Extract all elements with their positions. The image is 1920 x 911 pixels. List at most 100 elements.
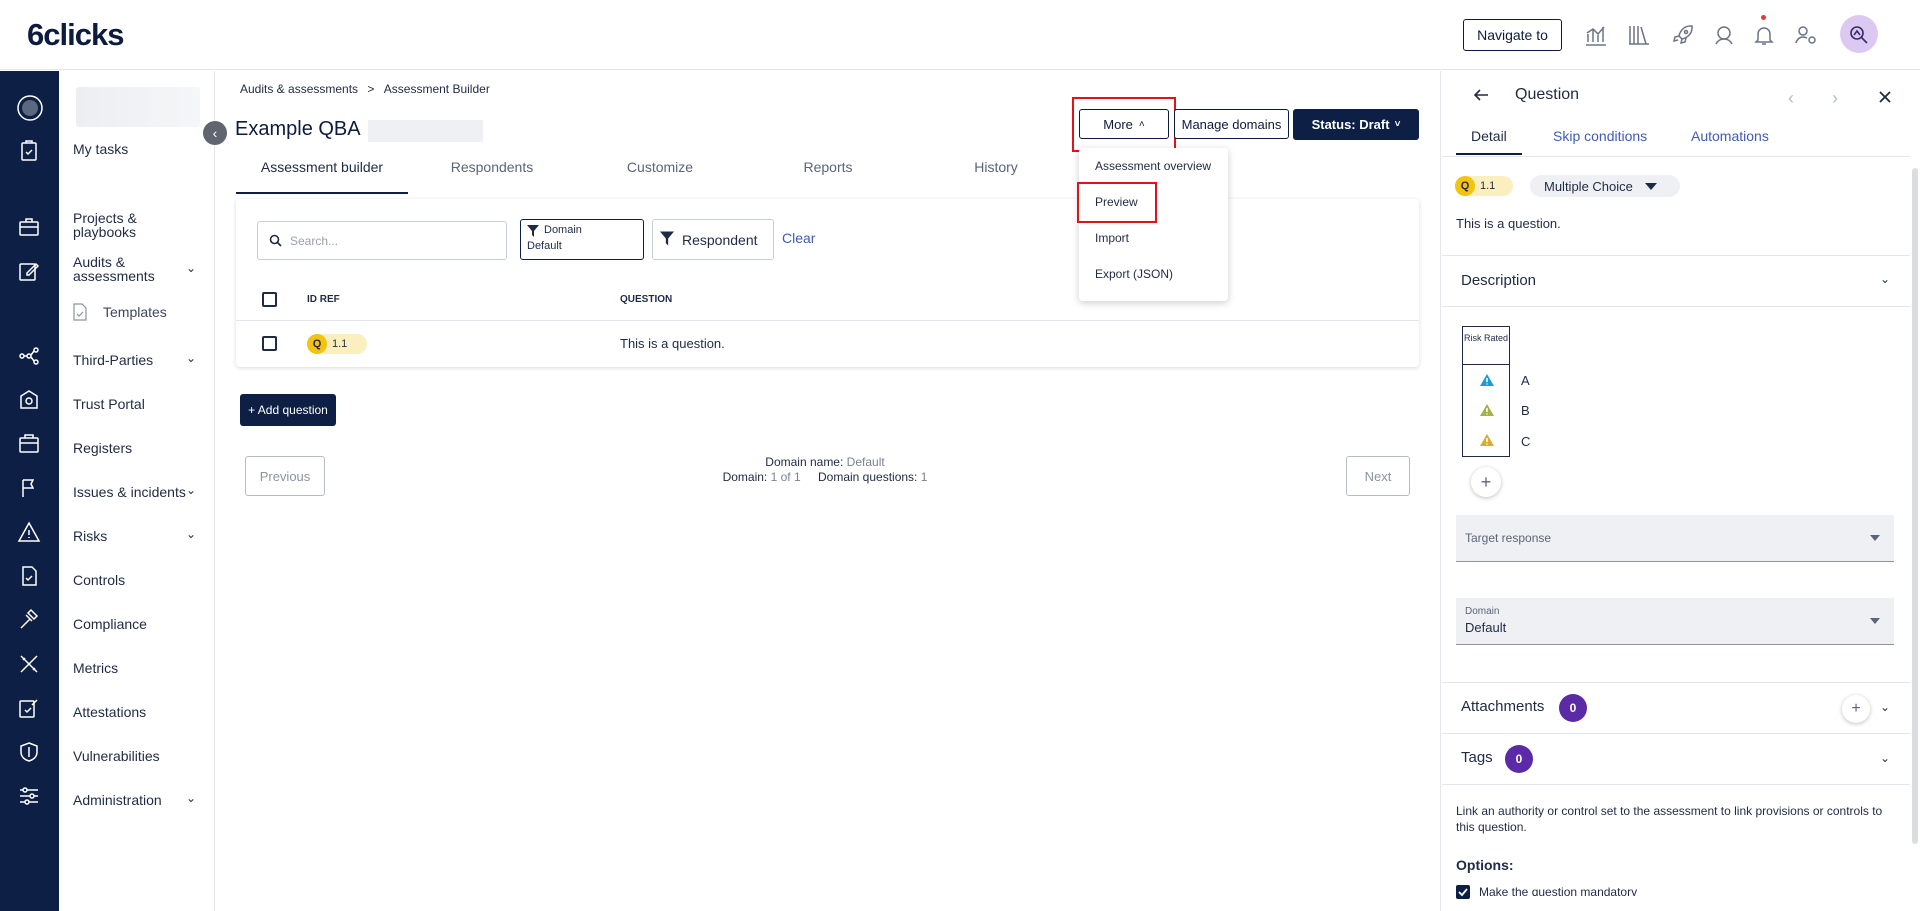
close-icon[interactable] — [1878, 90, 1892, 104]
network-icon[interactable] — [17, 344, 41, 368]
search-input[interactable]: Search... — [257, 221, 507, 260]
compliance-hammer-icon[interactable] — [17, 608, 41, 632]
navigate-to-button[interactable]: Navigate to — [1463, 19, 1562, 51]
warning-icon[interactable] — [1479, 433, 1495, 447]
select-all-checkbox[interactable] — [262, 292, 277, 307]
tab-reports[interactable]: Reports — [744, 156, 912, 194]
profile-circle-icon[interactable] — [17, 95, 43, 121]
risk-rated-header: Risk Rated — [1463, 327, 1509, 365]
chevron-down-icon[interactable]: ⌄ — [186, 527, 196, 541]
metrics-tools-icon[interactable] — [17, 652, 41, 676]
notification-dot — [1761, 15, 1766, 20]
panel-tab-automations[interactable]: Automations — [1691, 128, 1769, 144]
chevron-down-icon[interactable]: ⌄ — [186, 261, 196, 275]
trust-portal-icon[interactable] — [17, 388, 41, 412]
answer-option[interactable]: C — [1521, 434, 1530, 449]
add-answer-button[interactable]: + — [1471, 467, 1501, 497]
question-text[interactable]: This is a question. — [620, 336, 725, 351]
risks-warning-icon[interactable] — [17, 520, 41, 544]
column-header-question: QUESTION — [620, 294, 673, 305]
menu-item-attestations[interactable]: Attestations — [73, 705, 209, 719]
domain-field-value: Default — [1465, 620, 1507, 635]
menu-item-templates[interactable]: Templates — [103, 305, 203, 319]
chevron-down-icon[interactable]: ⌄ — [1880, 272, 1890, 286]
menu-item-projects[interactable]: Projects & playbooks — [73, 211, 163, 239]
status-button[interactable]: Status: Draft ˅ — [1293, 109, 1419, 140]
breadcrumb-separator: > — [367, 82, 375, 96]
next-button[interactable]: Next — [1346, 456, 1410, 496]
panel-tab-detail[interactable]: Detail — [1471, 128, 1507, 144]
answer-option[interactable]: A — [1521, 373, 1530, 388]
domain-info: Domain name: Default Domain: 1 of 1 Doma… — [640, 455, 1010, 485]
domain-filter[interactable]: Domain Default — [520, 219, 644, 260]
menu-item-compliance[interactable]: Compliance — [73, 617, 209, 631]
rocket-icon[interactable] — [1670, 22, 1696, 48]
next-question-icon[interactable]: › — [1832, 88, 1838, 109]
briefcase-icon[interactable] — [17, 215, 41, 239]
vulnerabilities-shield-icon[interactable] — [17, 740, 41, 764]
chevron-down-icon[interactable]: ⌄ — [1880, 700, 1890, 714]
clear-filters-link[interactable]: Clear — [782, 230, 815, 246]
controls-icon[interactable] — [17, 564, 41, 588]
divider — [1442, 255, 1910, 256]
previous-question-icon[interactable]: ‹ — [1788, 88, 1794, 109]
tab-history[interactable]: History — [912, 156, 1080, 194]
chevron-down-icon[interactable]: ⌄ — [186, 351, 196, 365]
edit-icon[interactable] — [17, 259, 41, 283]
menu-item-controls[interactable]: Controls — [73, 573, 209, 587]
tab-respondents[interactable]: Respondents — [408, 156, 576, 194]
chevron-down-icon[interactable]: ⌄ — [1880, 751, 1890, 765]
warning-icon[interactable] — [1479, 373, 1495, 387]
collapse-menu-button[interactable]: ‹ — [203, 121, 227, 145]
chevron-down-icon[interactable]: ⌄ — [186, 483, 196, 497]
respondent-filter[interactable]: Respondent — [652, 219, 774, 260]
menu-item-assessment-overview[interactable]: Assessment overview — [1095, 159, 1211, 173]
dashboard-chart-icon[interactable] — [1583, 22, 1609, 48]
warning-icon[interactable] — [1479, 403, 1495, 417]
breadcrumb-parent[interactable]: Audits & assessments — [240, 82, 358, 96]
panel-tab-skip-conditions[interactable]: Skip conditions — [1553, 128, 1647, 144]
registers-icon[interactable] — [17, 432, 41, 456]
manage-domains-button[interactable]: Manage domains — [1174, 109, 1289, 139]
administration-sliders-icon[interactable] — [17, 784, 41, 808]
domain-select[interactable]: Domain Default — [1456, 598, 1894, 645]
back-arrow-icon[interactable] — [1472, 86, 1490, 104]
tab-assessment-builder[interactable]: Assessment builder — [236, 156, 408, 194]
chevron-down-icon[interactable]: ⌄ — [186, 791, 196, 805]
top-bar: 6clicks Navigate to — [0, 0, 1920, 70]
menu-item-registers[interactable]: Registers — [73, 441, 209, 455]
tags-section-label[interactable]: Tags — [1461, 749, 1493, 766]
add-attachment-button[interactable]: + — [1842, 695, 1870, 723]
panel-question-text[interactable]: This is a question. — [1456, 216, 1561, 231]
app-logo[interactable]: 6clicks — [27, 17, 124, 53]
user-settings-icon[interactable] — [1793, 22, 1819, 48]
menu-item-my-tasks[interactable]: My tasks — [73, 142, 209, 156]
add-question-button[interactable]: + Add question — [240, 394, 336, 426]
answer-option[interactable]: B — [1521, 403, 1530, 418]
menu-item-vulnerabilities[interactable]: Vulnerabilities — [73, 749, 209, 763]
menu-item-export-json[interactable]: Export (JSON) — [1095, 267, 1173, 281]
panel-scrollbar[interactable] — [1912, 168, 1918, 844]
notifications-bell-icon[interactable] — [1751, 22, 1777, 48]
issues-icon[interactable] — [17, 476, 41, 500]
attestations-icon[interactable] — [17, 696, 41, 720]
question-type-select[interactable]: Multiple Choice — [1530, 175, 1680, 197]
user-avatar[interactable] — [1840, 15, 1878, 53]
mandatory-checkbox[interactable] — [1456, 885, 1470, 899]
previous-button[interactable]: Previous — [245, 456, 325, 496]
menu-item-metrics[interactable]: Metrics — [73, 661, 209, 675]
menu-item-trust-portal[interactable]: Trust Portal — [73, 397, 209, 411]
library-icon[interactable] — [1626, 22, 1652, 48]
menu-item-audits[interactable]: Audits & assessments — [73, 255, 173, 283]
title-placeholder — [368, 120, 483, 142]
tasks-clipboard-icon[interactable] — [17, 139, 41, 163]
row-checkbox[interactable] — [262, 336, 277, 351]
question-id-badge[interactable]: Q 1.1 — [307, 334, 367, 354]
caret-down-icon — [1644, 182, 1657, 190]
description-section-label[interactable]: Description — [1461, 272, 1536, 289]
menu-item-import[interactable]: Import — [1095, 231, 1129, 245]
support-icon[interactable] — [1711, 22, 1737, 48]
attachments-section-label[interactable]: Attachments — [1461, 698, 1544, 715]
tab-customize[interactable]: Customize — [576, 156, 744, 194]
target-response-select[interactable]: Target response — [1456, 515, 1894, 562]
